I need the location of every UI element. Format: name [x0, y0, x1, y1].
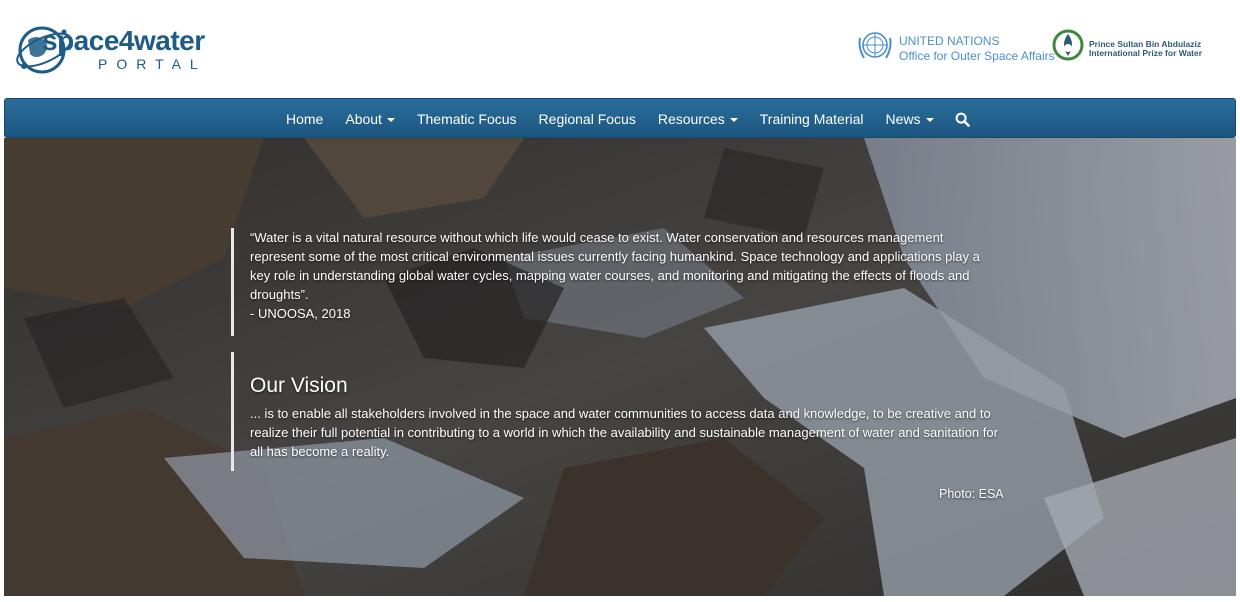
nav-item-thematic-focus[interactable]: Thematic Focus: [406, 99, 528, 139]
search-icon: [955, 112, 970, 127]
vision-title: Our Vision: [250, 374, 348, 397]
nav-item-training-material[interactable]: Training Material: [749, 99, 875, 139]
caret-down-icon: [729, 118, 738, 122]
quote-block: “Water is a vital natural resource witho…: [231, 228, 1001, 336]
nav-label: About: [345, 111, 382, 127]
nav-label: News: [885, 111, 921, 127]
prize-subtitle: International Prize for Water: [1089, 48, 1203, 58]
quote-source: - UNOOSA, 2018: [250, 306, 351, 321]
vision-text: ... is to enable all stakeholders involv…: [250, 406, 998, 459]
nav-list: Home About Thematic Focus Regional Focus…: [275, 99, 981, 139]
caret-down-icon: [386, 118, 395, 122]
nav-label: Training Material: [759, 111, 864, 127]
nav-label: Regional Focus: [538, 111, 636, 127]
space4water-logo[interactable]: space4water PORTAL: [14, 18, 214, 80]
site-header: space4water PORTAL UNITED NATIONS Office…: [0, 0, 1240, 98]
quote-text: “Water is a vital natural resource witho…: [250, 230, 980, 302]
logo-wordmark: space4water: [42, 25, 205, 56]
main-navbar: Home About Thematic Focus Regional Focus…: [4, 98, 1236, 138]
un-emblem-icon: [858, 32, 892, 59]
caret-down-icon: [925, 118, 934, 122]
hero-banner: “Water is a vital natural resource witho…: [4, 138, 1236, 596]
logo-subtitle: PORTAL: [98, 56, 207, 72]
nav-label: Thematic Focus: [416, 111, 517, 127]
prize-logo[interactable]: Prince Sultan Bin Abdulaziz Internationa…: [1052, 26, 1232, 66]
water-prize-emblem-icon: [1052, 29, 1084, 61]
nav-item-resources[interactable]: Resources: [647, 99, 749, 139]
nav-item-about[interactable]: About: [334, 99, 406, 139]
nav-label: Home: [286, 111, 324, 127]
un-title: UNITED NATIONS: [899, 34, 1000, 48]
nav-item-news[interactable]: News: [875, 99, 945, 139]
un-subtitle: Office for Outer Space Affairs: [899, 49, 1055, 63]
search-button[interactable]: [945, 99, 981, 139]
nav-item-home[interactable]: Home: [275, 99, 334, 139]
nav-item-regional-focus[interactable]: Regional Focus: [528, 99, 647, 139]
unoosa-logo[interactable]: UNITED NATIONS Office for Outer Space Af…: [856, 28, 1055, 64]
nav-label: Resources: [657, 111, 725, 127]
photo-credit: Photo: ESA: [939, 487, 1004, 501]
vision-block: Our Vision ... is to enable all stakehol…: [231, 352, 1001, 471]
